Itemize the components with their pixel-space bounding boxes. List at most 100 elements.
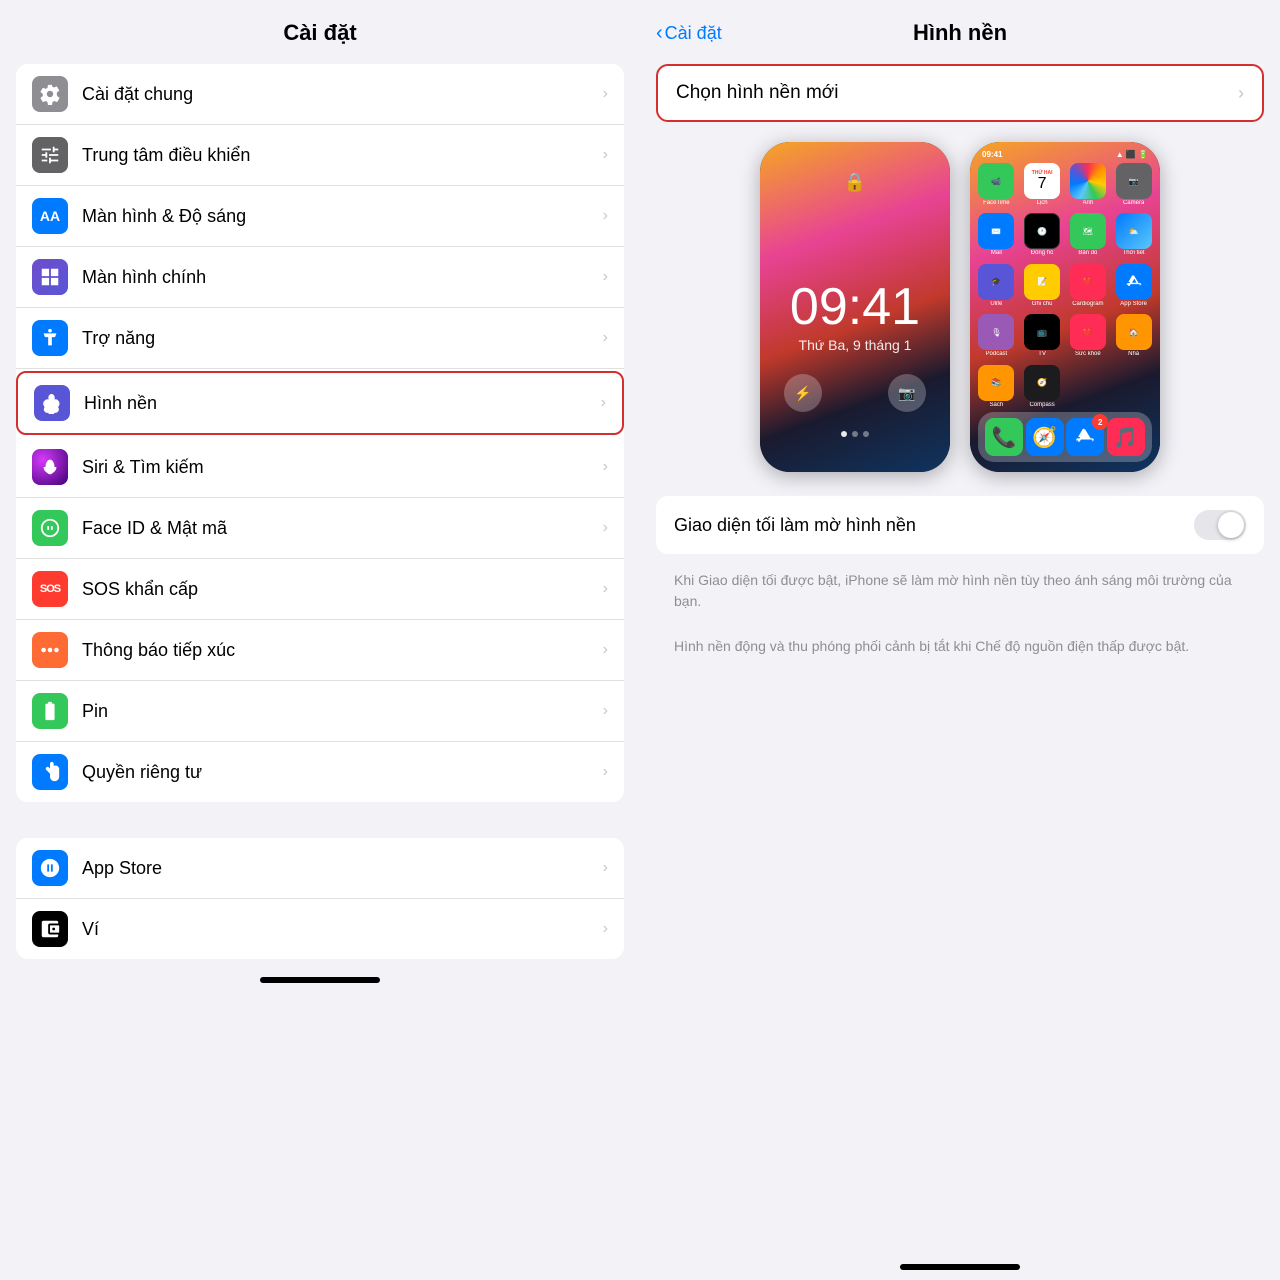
app-cell-ulife: 🎓 Ulife [976,264,1017,309]
app-cell-appstore: App Store [1113,264,1154,309]
wallpaper-previews: 🔒 09:41 Thứ Ba, 9 tháng 1 ⚡ 📷 [656,142,1264,472]
siri-icon [32,449,68,485]
app-icon-photos [1070,163,1106,199]
toggle-knob [1218,512,1244,538]
item-label-pin: Pin [82,701,603,722]
grid-icon [32,259,68,295]
app-icon-appstore [1116,264,1152,300]
app-cell-weather: ⛅ Thời tiết [1113,213,1154,258]
chevron-icon: › [603,859,608,877]
app-label: Compass [1029,402,1054,408]
app-icon-facetime: 📹 [978,163,1014,199]
dots-icon [32,632,68,668]
settings-item-quyen[interactable]: Quyền riêng tư › [16,742,624,802]
status-time: 09:41 [982,150,1002,159]
settings-item-siri[interactable]: Siri & Tìm kiếm › [16,437,624,498]
right-panel: ‹ Cài đặt Hình nền Chọn hình nền mới › 🔒… [640,0,1280,1280]
home-indicator-left [260,977,380,983]
right-content: Chọn hình nền mới › 🔒 09:41 Thứ Ba, 9 th… [640,56,1280,1254]
app-label: Cardiogram [1072,301,1103,307]
app-cell-tv: 📺 TV [1022,314,1063,359]
chevron-icon: › [603,920,608,938]
item-label-appstore: App Store [82,858,603,879]
app-cell-compass: 🧭 Compass [1022,365,1063,410]
flower-icon [34,385,70,421]
app-cell-notes: 📝 Ghi chú [1022,264,1063,309]
chevron-icon: › [603,146,608,164]
app-cell-clock: 🕐 Đồng hồ [1022,213,1063,258]
app-cell-books: 📚 Sách [976,365,1017,410]
sos-icon: SOS [32,571,68,607]
right-title: Hình nền [913,20,1007,46]
settings-item-man-hinh-chinh[interactable]: Màn hình chính › [16,247,624,308]
settings-item-appstore[interactable]: App Store › [16,838,624,899]
item-label-cai-dat-chung: Cài đặt chung [82,84,603,105]
choose-wallpaper-row[interactable]: Chọn hình nền mới › [656,64,1264,122]
secondary-settings-list: App Store › Ví › [16,838,624,959]
app-label: Sức khoẻ [1075,351,1101,357]
back-button[interactable]: ‹ Cài đặt [656,22,722,45]
app-cell-maps: 🗺 Bản đồ [1068,213,1109,258]
app-icon-ulife: 🎓 [978,264,1014,300]
dark-mode-toggle[interactable] [1194,510,1246,540]
item-label-faceid: Face ID & Mật mã [82,518,603,539]
home-screen-preview[interactable]: 09:41 ▲ ⬛ 🔋 📹 FaceTime THỨ HAI 7 [970,142,1160,472]
hint-text-1: Khi Giao diện tối được bật, iPhone sẽ là… [656,562,1264,620]
app-cell-home: 🏠 Nhà [1113,314,1154,359]
left-title: Cài đặt [0,0,640,56]
chevron-icon: › [603,702,608,720]
sliders-icon [32,137,68,173]
item-label-hinh-nen: Hình nền [84,393,601,414]
hand-icon [32,754,68,790]
app-label: Podcast [986,351,1008,357]
settings-item-tro-nang[interactable]: Trợ năng › [16,308,624,369]
app-grid: 📹 FaceTime THỨ HAI 7 Lịch Ản [974,161,1156,412]
gear-icon [32,76,68,112]
settings-item-hinh-nen[interactable]: Hình nền › [16,371,624,435]
chevron-icon: › [603,519,608,537]
dock-phone: 📞 [985,418,1023,456]
lock-screen-preview[interactable]: 🔒 09:41 Thứ Ba, 9 tháng 1 ⚡ 📷 [760,142,950,472]
right-header: ‹ Cài đặt Hình nền [640,0,1280,56]
settings-item-faceid[interactable]: Face ID & Mật mã › [16,498,624,559]
app-icon-mail: ✉️ [978,213,1014,249]
appstore-icon [32,850,68,886]
home-dock: 📞 🧭 2 🎵 [978,412,1152,462]
dark-mode-toggle-row: Giao diện tối làm mờ hình nền [656,496,1264,554]
choose-wallpaper-label: Chọn hình nền mới [676,82,838,104]
app-label: Thời tiết [1123,250,1145,256]
chevron-icon: › [603,329,608,347]
dock-safari: 🧭 [1026,418,1064,456]
app-icon-camera: 📷 [1116,163,1152,199]
item-label-man-hinh-chinh: Màn hình chính [82,267,603,288]
app-icon-home: 🏠 [1116,314,1152,350]
app-label: FaceTime [983,200,1009,206]
item-label-trung-tam: Trung tâm điều khiển [82,145,603,166]
app-label: Camera [1123,200,1144,206]
app-label: Bản đồ [1078,250,1097,256]
chevron-icon: › [601,394,606,412]
chevron-icon: › [603,458,608,476]
settings-item-sos[interactable]: SOS SOS khẩn cấp › [16,559,624,620]
app-icon-books: 📚 [978,365,1014,401]
item-label-quyen: Quyền riêng tư [82,762,603,783]
settings-item-trung-tam[interactable]: Trung tâm điều khiển › [16,125,624,186]
settings-item-cai-dat-chung[interactable]: Cài đặt chung › [16,64,624,125]
app-cell-facetime: 📹 FaceTime [976,163,1017,208]
settings-item-man-hinh[interactable]: AA Màn hình & Độ sáng › [16,186,624,247]
chevron-icon: › [603,641,608,659]
status-icons: ▲ ⬛ 🔋 [1116,150,1148,159]
camera-btn: 📷 [888,374,926,412]
app-label: Lịch [1037,200,1048,206]
item-label-vi: Ví [82,919,603,940]
item-label-siri: Siri & Tìm kiếm [82,457,603,478]
settings-item-thong-bao[interactable]: Thông báo tiếp xúc › [16,620,624,681]
app-icon-podcast: 🎙 [978,314,1014,350]
toggle-label: Giao diện tối làm mờ hình nền [674,515,916,536]
settings-item-vi[interactable]: Ví › [16,899,624,959]
chevron-icon: › [603,763,608,781]
app-label: Ảnh [1083,200,1094,206]
settings-item-pin[interactable]: Pin › [16,681,624,742]
item-label-sos: SOS khẩn cấp [82,579,603,600]
choose-wallpaper-chevron: › [1238,83,1244,104]
